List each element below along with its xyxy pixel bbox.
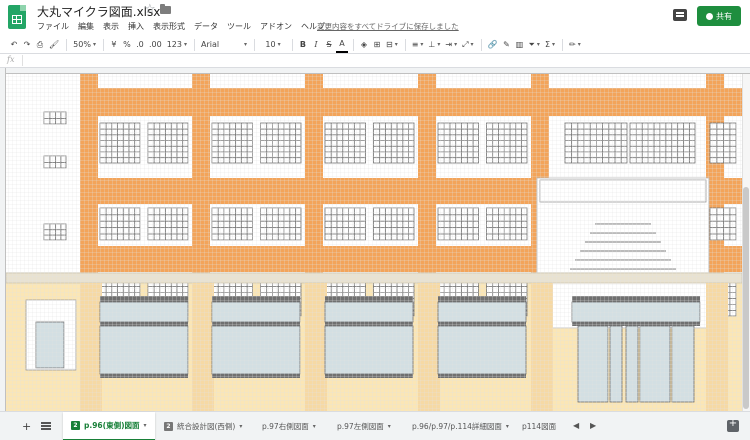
- tab-p97-left[interactable]: p.97左側図面 ▾: [329, 412, 399, 440]
- decrease-decimal-button[interactable]: .0: [134, 37, 146, 53]
- menu-tools[interactable]: ツール: [227, 20, 251, 33]
- scroll-tabs-left-icon[interactable]: ◀: [573, 421, 579, 430]
- chevron-down-icon[interactable]: ▾: [313, 423, 316, 430]
- tab-label: p114図面: [522, 422, 557, 431]
- text-rotate-icon[interactable]: ⤢: [460, 37, 475, 53]
- star-icon[interactable]: ☆: [144, 2, 156, 17]
- tab-integrated-west[interactable]: 2 統合設計図(西側) ▾: [156, 412, 250, 440]
- link-icon[interactable]: 🔗: [486, 37, 500, 53]
- scrollbar-thumb[interactable]: [743, 187, 749, 409]
- horizontal-align-icon[interactable]: ≡: [410, 37, 426, 53]
- menu-bar: ファイル 編集 表示 挿入 表示形式 データ ツール アドオン ヘルプ: [37, 20, 325, 33]
- row-header[interactable]: [0, 68, 6, 411]
- undo-icon[interactable]: ↶: [8, 37, 20, 53]
- vertical-align-icon[interactable]: ⊥: [426, 37, 442, 53]
- formula-bar: fx: [0, 54, 750, 68]
- separator: [193, 38, 195, 51]
- separator: [102, 38, 104, 51]
- currency-format-button[interactable]: ¥: [108, 37, 120, 53]
- merge-cells-icon[interactable]: ⊟: [384, 37, 400, 53]
- separator: [480, 38, 482, 51]
- text-wrap-icon[interactable]: ⇥: [443, 37, 459, 53]
- comment-insert-icon[interactable]: ✎: [501, 37, 513, 53]
- chevron-down-icon[interactable]: ▾: [388, 423, 391, 430]
- percent-format-button[interactable]: %: [121, 37, 133, 53]
- menu-view[interactable]: 表示: [103, 20, 119, 33]
- fill-color-icon[interactable]: ◈: [358, 37, 370, 53]
- folder-icon[interactable]: [160, 4, 171, 14]
- save-status[interactable]: 変更内容をすべてドライブに保存しました: [317, 20, 459, 33]
- all-sheets-menu-icon[interactable]: [41, 422, 51, 431]
- text-color-button[interactable]: A: [335, 37, 348, 53]
- separator: [352, 38, 354, 51]
- number-format-select[interactable]: 123: [165, 37, 189, 53]
- tab-p96-east[interactable]: 2 p.96(東側)図面 ▾: [63, 412, 155, 440]
- chevron-down-icon[interactable]: ▾: [506, 423, 509, 430]
- filter-icon[interactable]: ⏷: [527, 37, 542, 53]
- add-sheet-icon[interactable]: +: [22, 420, 31, 433]
- comment-icon[interactable]: [673, 9, 687, 21]
- sheet-badge: 2: [71, 421, 80, 430]
- sheets-logo-icon[interactable]: [8, 5, 26, 29]
- redo-icon[interactable]: ↷: [21, 37, 33, 53]
- chevron-down-icon[interactable]: ▾: [144, 422, 147, 429]
- italic-button[interactable]: I: [310, 37, 322, 53]
- tab-detail[interactable]: p.96/p.97/p.114詳細図面 ▾: [404, 412, 517, 440]
- tab-label: p.96(東側)図面: [84, 421, 140, 430]
- increase-decimal-button[interactable]: .00: [147, 37, 164, 53]
- menu-insert[interactable]: 挿入: [128, 20, 144, 33]
- separator: [562, 38, 564, 51]
- separator: [404, 38, 406, 51]
- menu-addons[interactable]: アドオン: [260, 20, 292, 33]
- paint-format-icon[interactable]: 🖌: [47, 37, 61, 53]
- person-icon: [706, 12, 713, 20]
- font-select[interactable]: Arial: [199, 37, 249, 53]
- print-icon[interactable]: ⎙: [34, 37, 46, 53]
- share-label: 共有: [716, 11, 732, 21]
- building-facade-drawing: [5, 74, 743, 411]
- fx-icon: fx: [7, 55, 15, 64]
- explore-icon[interactable]: [727, 418, 739, 432]
- sheet-badge: 2: [164, 422, 173, 431]
- tab-label: 統合設計図(西側): [177, 422, 236, 431]
- toolbar: ↶ ↷ ⎙ 🖌 50% ¥ % .0 .00 123 Arial 10 B I …: [0, 36, 750, 54]
- tab-label: p.96/p.97/p.114詳細図面: [412, 422, 502, 431]
- tab-label: p.97左側図面: [337, 422, 384, 431]
- zoom-select[interactable]: 50%: [71, 37, 98, 53]
- menu-format[interactable]: 表示形式: [153, 20, 185, 33]
- vertical-scrollbar[interactable]: [742, 74, 750, 411]
- scroll-tabs-right-icon[interactable]: ▶: [590, 421, 596, 430]
- share-button[interactable]: 共有: [697, 6, 741, 26]
- tab-p114[interactable]: p114図面: [514, 412, 564, 440]
- bold-button[interactable]: B: [297, 37, 309, 53]
- column-header[interactable]: [0, 68, 750, 74]
- sheet-tab-bar: + 2 p.96(東側)図面 ▾ 2 統合設計図(西側) ▾ p.97右側図面 …: [0, 411, 750, 440]
- menu-data[interactable]: データ: [194, 20, 218, 33]
- app-header: 大丸マイクラ図面.xlsx ☆ ファイル 編集 表示 挿入 表示形式 データ ツ…: [0, 0, 750, 36]
- tab-label: p.97右側図面: [262, 422, 309, 431]
- menu-edit[interactable]: 編集: [78, 20, 94, 33]
- chevron-down-icon[interactable]: ▾: [239, 423, 242, 430]
- borders-icon[interactable]: ⊞: [371, 37, 383, 53]
- functions-icon[interactable]: Σ: [543, 37, 557, 53]
- separator: [291, 38, 293, 51]
- chart-icon[interactable]: ▥: [514, 37, 526, 53]
- formula-input[interactable]: [22, 55, 742, 66]
- spreadsheet-grid[interactable]: [0, 68, 750, 411]
- input-tools-icon[interactable]: ✏: [567, 37, 583, 53]
- separator: [253, 38, 255, 51]
- document-title[interactable]: 大丸マイクラ図面.xlsx: [37, 3, 160, 20]
- separator: [66, 38, 68, 51]
- cell-grid-overlay: [6, 74, 742, 411]
- strikethrough-button[interactable]: S: [323, 37, 335, 53]
- font-size-select[interactable]: 10: [259, 37, 287, 53]
- tab-p97-right[interactable]: p.97右側図面 ▾: [254, 412, 324, 440]
- menu-file[interactable]: ファイル: [37, 20, 69, 33]
